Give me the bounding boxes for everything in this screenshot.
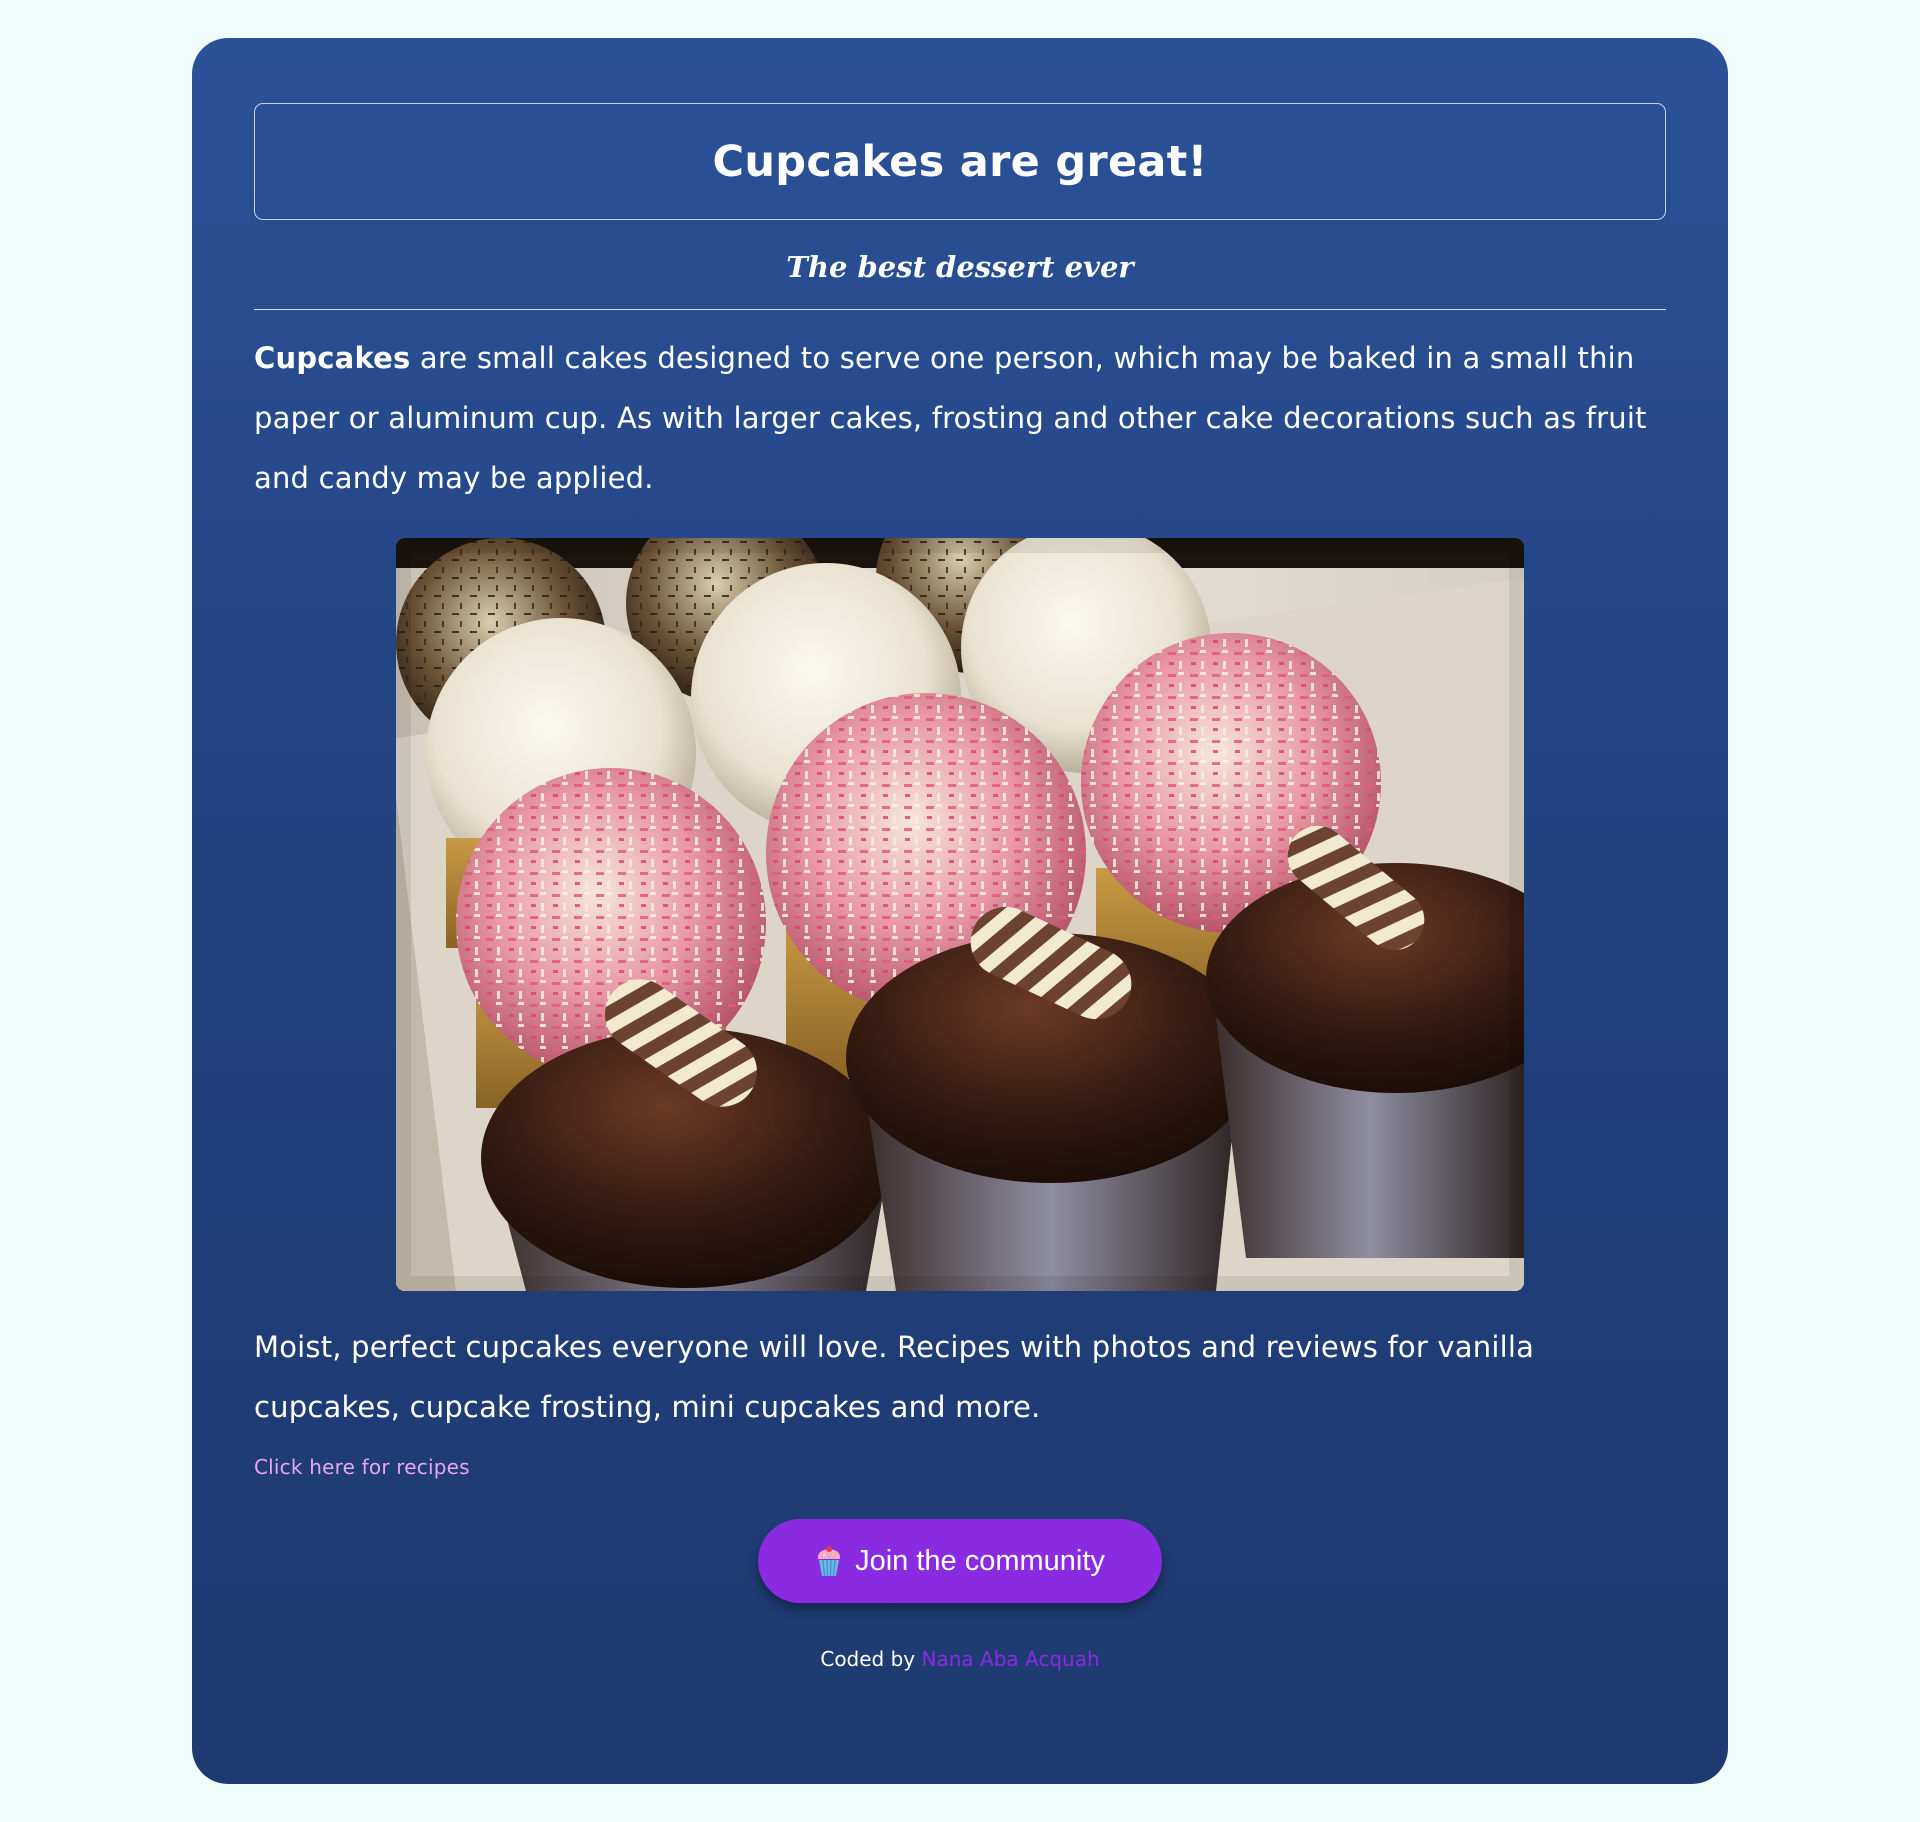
intro-text: are small cakes designed to serve one pe…	[254, 341, 1647, 495]
divider	[254, 309, 1666, 310]
title-box: Cupcakes are great!	[254, 103, 1666, 220]
footer: Coded by Nana Aba Acquah	[254, 1647, 1666, 1671]
intro-paragraph: Cupcakes are small cakes designed to ser…	[254, 328, 1666, 508]
page-subtitle: The best dessert ever	[786, 250, 1134, 284]
cupcake-icon	[815, 1545, 843, 1577]
join-community-label: Join the community	[855, 1544, 1105, 1577]
cta-wrap: Join the community	[254, 1519, 1666, 1603]
author-link[interactable]: Nana Aba Acquah	[922, 1647, 1100, 1671]
cupcakes-photo	[396, 538, 1524, 1291]
recipes-link[interactable]: Click here for recipes	[254, 1455, 470, 1479]
cupcakes-illustration	[396, 538, 1524, 1291]
page-title: Cupcakes are great!	[712, 136, 1208, 187]
intro-bold: Cupcakes	[254, 341, 411, 375]
footer-prefix: Coded by	[820, 1647, 922, 1671]
join-community-button[interactable]: Join the community	[758, 1519, 1162, 1603]
main-card: Cupcakes are great! The best dessert eve…	[192, 38, 1728, 1784]
description-paragraph: Moist, perfect cupcakes everyone will lo…	[254, 1330, 1535, 1424]
